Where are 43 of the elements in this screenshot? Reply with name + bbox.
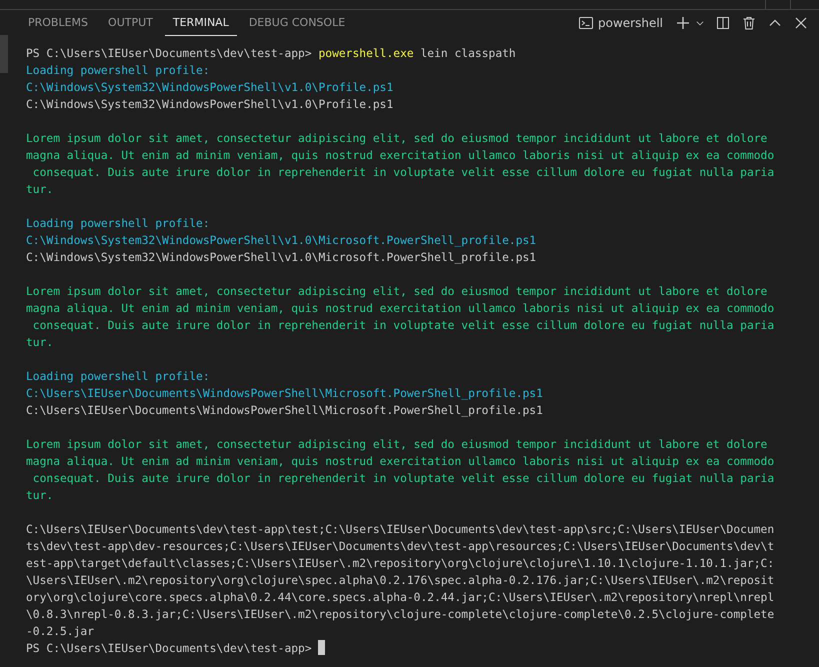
output-line: Lorem ipsum dolor sit amet, consectetur adipiscing elit, sed do eiusmod tempor incididunt ut labore et dolore: [26, 285, 768, 298]
prompt-text: PS C:\Users\IEUser\Documents\dev\test-app>: [26, 47, 312, 60]
output-line: C:\Windows\System32\WindowsPowerShell\v1.0\Profile.ps1: [26, 81, 394, 94]
output-line: est-app\target\default\classes;C:\Users\IEUser\.m2\repository\org\clojure\clojure\1.10.1\clojure-1.10.1.jar;C:: [26, 557, 774, 570]
output-line: tur.: [26, 336, 54, 349]
plus-icon[interactable]: [675, 15, 691, 31]
output-line: magna aliqua. Ut enim ad minim veniam, quis nostrud exercitation ullamco laboris nisi ut aliquip ex ea commodo: [26, 149, 774, 162]
output-line: magna aliqua. Ut enim ad minim veniam, quis nostrud exercitation ullamco laboris nisi ut aliquip ex ea commodo: [26, 302, 774, 315]
output-line: C:\Windows\System32\WindowsPowerShell\v1.0\Profile.ps1: [26, 98, 394, 111]
split-icon[interactable]: [715, 15, 731, 31]
output-line: tur.: [26, 183, 54, 196]
output-line: C:\Windows\System32\WindowsPowerShell\v1.0\Microsoft.PowerShell_profile.ps1: [26, 251, 536, 264]
output-line: Lorem ipsum dolor sit amet, consectetur adipiscing elit, sed do eiusmod tempor incididunt ut labore et dolore: [26, 438, 768, 451]
output-line: Loading powershell profile:: [26, 64, 210, 77]
output-line: magna aliqua. Ut enim ad minim veniam, quis nostrud exercitation ullamco laboris nisi ut aliquip ex ea commodo: [26, 455, 774, 468]
panel-tab[interactable]: PROBLEMS: [20, 10, 96, 36]
output-line: C:\Users\IEUser\Documents\WindowsPowerShell\Microsoft.PowerShell_profile.ps1: [26, 404, 543, 417]
output-line: C:\Windows\System32\WindowsPowerShell\v1.0\Microsoft.PowerShell_profile.ps1: [26, 234, 536, 247]
output-line: ts\dev\test-app\dev-resources;C:\Users\IEUser\Documents\dev\test-app\resources;C:\Users\IEUser\Documents\dev\t: [26, 540, 774, 553]
terminal-icon: [578, 15, 594, 31]
command-arguments: lein classpath: [420, 47, 516, 60]
prompt-text: PS C:\Users\IEUser\Documents\dev\test-app>: [26, 642, 312, 655]
command-text: powershell.exe: [318, 47, 414, 60]
output-line: ory\org\clojure\core.specs.alpha\0.2.44\core.specs.alpha-0.2.44.jar;C:\Users\IEUser\.m2\repository\nrepl\nrepl: [26, 591, 774, 604]
output-line: C:\Users\IEUser\Documents\WindowsPowerShell\Microsoft.PowerShell_profile.ps1: [26, 387, 543, 400]
panel-tab[interactable]: DEBUG CONSOLE: [240, 10, 354, 36]
output-line: \Users\IEUser\.m2\repository\org\clojure\spec.alpha\0.2.176\spec.alpha-0.2.176.jar;C:\Users\IEUser\.m2\reposit: [26, 574, 774, 587]
panel-tab[interactable]: OUTPUT: [100, 10, 161, 36]
terminal-selector[interactable]: powershell: [576, 15, 665, 31]
sash-handle[interactable]: [0, 35, 8, 73]
output-line: Lorem ipsum dolor sit amet, consectetur adipiscing elit, sed do eiusmod tempor incididunt ut labore et dolore: [26, 132, 768, 145]
output-line: \0.8.3\nrepl-0.8.3.jar;C:\Users\IEUser\.m2\repository\clojure-complete\clojure-complete\0.2.5\clojure-complete: [26, 608, 774, 621]
output-line: tur.: [26, 489, 54, 502]
output-line: -0.2.5.jar: [26, 625, 94, 638]
trash-icon[interactable]: [741, 15, 757, 31]
output-line: consequat. Duis aute irure dolor in reprehenderit in voluptate velit esse cillum dolore eu fugiat nulla paria: [32, 472, 774, 485]
output-line: Loading powershell profile:: [26, 217, 210, 230]
panel-tab[interactable]: TERMINAL: [164, 10, 237, 36]
close-icon[interactable]: [793, 15, 809, 31]
output-line: C:\Users\IEUser\Documents\dev\test-app\test;C:\Users\IEUser\Documents\dev\test-app\src;C:\Users\IEUser\Documen: [26, 523, 774, 536]
output-line: consequat. Duis aute irure dolor in reprehenderit in voluptate velit esse cillum dolore eu fugiat nulla paria: [32, 166, 774, 179]
output-line: Loading powershell profile:: [26, 370, 210, 383]
output-line: consequat. Duis aute irure dolor in reprehenderit in voluptate velit esse cillum dolore eu fugiat nulla paria: [32, 319, 774, 332]
